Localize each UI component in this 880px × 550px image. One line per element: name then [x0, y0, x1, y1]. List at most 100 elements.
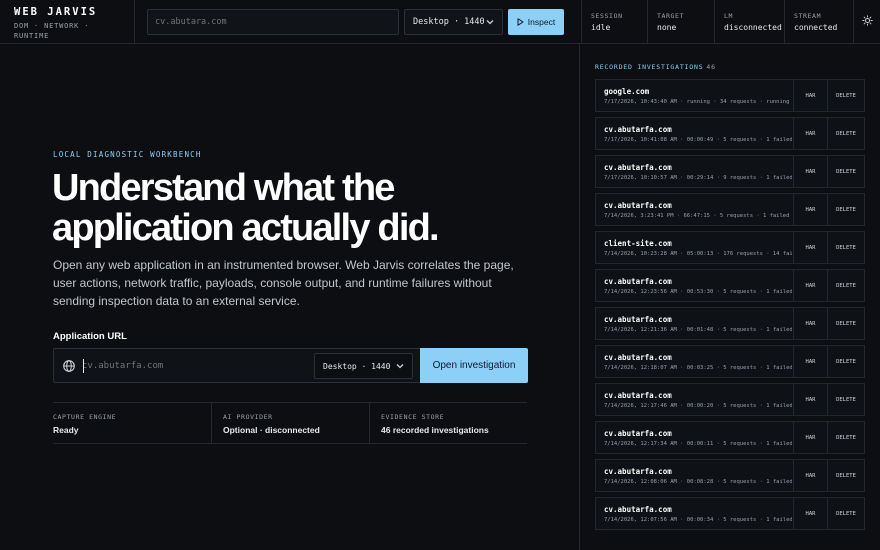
investigation-open[interactable]: cv.abutarfa.com 7/17/2026, 10:41:08 AM ·…	[596, 118, 792, 149]
eyebrow: LOCAL DIAGNOSTIC WORKBENCH	[53, 150, 202, 159]
status-target: TARGET none	[647, 0, 714, 44]
delete-button[interactable]: DELETE	[827, 118, 864, 149]
delete-button[interactable]: DELETE	[827, 194, 864, 225]
status-lm-value: disconnected	[724, 23, 782, 32]
toolbar-viewport-select[interactable]: Desktop · 1440	[404, 9, 503, 35]
investigation-open[interactable]: cv.abutarfa.com 7/14/2026, 12:08:06 AM ·…	[596, 460, 792, 491]
har-button[interactable]: HAR	[793, 270, 827, 301]
viewport-select[interactable]: Desktop · 1440	[314, 353, 413, 379]
page-description: Open any web application in an instrumen…	[53, 258, 514, 308]
status-target-label: TARGET	[657, 12, 685, 20]
chevron-down-icon	[396, 362, 404, 371]
top-bar: WEB JARVIS DOM · NETWORK · RUNTIME Deskt…	[0, 0, 880, 44]
har-button[interactable]: HAR	[793, 346, 827, 377]
investigation-open[interactable]: cv.abutarfa.com 7/14/2026, 12:21:36 AM ·…	[596, 308, 792, 339]
delete-button[interactable]: DELETE	[827, 270, 864, 301]
delete-button[interactable]: DELETE	[827, 460, 864, 491]
investigation-item: cv.abutarfa.com 7/14/2026, 12:21:36 AM ·…	[595, 307, 865, 340]
investigation-item: cv.abutarfa.com 7/17/2026, 10:41:08 AM ·…	[595, 117, 865, 150]
investigation-host: client-site.com	[604, 239, 672, 248]
investigation-open[interactable]: client-site.com 7/14/2026, 10:23:28 AM ·…	[596, 232, 792, 263]
investigation-meta: 7/14/2026, 12:21:36 AM · 00:01:48 · 5 re…	[604, 327, 792, 333]
delete-button[interactable]: DELETE	[827, 232, 864, 263]
har-button[interactable]: HAR	[793, 460, 827, 491]
investigation-meta: 7/14/2026, 12:23:56 AM · 00:53:30 · 5 re…	[604, 289, 792, 295]
delete-button[interactable]: DELETE	[827, 422, 864, 453]
investigation-host: cv.abutarfa.com	[604, 125, 672, 134]
status-lm: LM disconnected	[714, 0, 784, 44]
har-button[interactable]: HAR	[793, 384, 827, 415]
fact-value: Optional · disconnected	[223, 425, 320, 435]
har-button[interactable]: HAR	[793, 118, 827, 149]
delete-button[interactable]: DELETE	[827, 346, 864, 377]
investigation-item: cv.abutarfa.com 7/14/2026, 12:23:56 AM ·…	[595, 269, 865, 302]
investigation-open[interactable]: cv.abutarfa.com 7/14/2026, 12:17:46 AM ·…	[596, 384, 792, 415]
brand-title: WEB JARVIS	[14, 6, 98, 18]
fact-ai-provider: AI PROVIDER Optional · disconnected	[211, 403, 369, 443]
delete-button[interactable]: DELETE	[827, 156, 864, 187]
investigation-item: cv.abutarfa.com 7/14/2026, 12:17:46 AM ·…	[595, 383, 865, 416]
investigation-count: 46	[706, 63, 716, 71]
fact-label: CAPTURE ENGINE	[53, 413, 117, 421]
viewport-select-value: Desktop · 1440	[323, 361, 391, 371]
investigation-meta: 7/14/2026, 10:23:28 AM · 05:00:13 · 176 …	[604, 251, 792, 257]
har-button[interactable]: HAR	[793, 498, 827, 529]
status-session: SESSION idle	[581, 0, 647, 44]
har-button[interactable]: HAR	[793, 422, 827, 453]
toolbar-url-input[interactable]	[147, 9, 399, 35]
investigation-item: cv.abutarfa.com 7/14/2026, 12:07:56 AM ·…	[595, 497, 865, 530]
fact-label: AI PROVIDER	[223, 413, 273, 421]
theme-toggle-button[interactable]	[853, 0, 880, 44]
investigation-open[interactable]: cv.abutarfa.com 7/14/2026, 12:17:34 AM ·…	[596, 422, 792, 453]
sidebar-header: RECORDED INVESTIGATIONS 46	[595, 63, 716, 71]
inspect-button[interactable]: Inspect	[508, 9, 564, 35]
investigation-open[interactable]: google.com 7/17/2026, 10:43:40 AM · runn…	[596, 80, 792, 111]
application-url-input[interactable]	[82, 355, 307, 377]
investigation-meta: 7/14/2026, 12:17:46 AM · 00:00:20 · 5 re…	[604, 403, 792, 409]
investigation-open[interactable]: cv.abutarfa.com 7/17/2026, 10:10:57 AM ·…	[596, 156, 792, 187]
investigation-host: cv.abutarfa.com	[604, 505, 672, 514]
investigation-open[interactable]: cv.abutarfa.com 7/14/2026, 12:23:56 AM ·…	[596, 270, 792, 301]
delete-button[interactable]: DELETE	[827, 80, 864, 111]
brand-subtitle: DOM · NETWORK · RUNTIME	[14, 22, 90, 40]
investigation-open[interactable]: cv.abutarfa.com 7/14/2026, 12:07:56 AM ·…	[596, 498, 792, 529]
investigations-sidebar: RECORDED INVESTIGATIONS 46 google.com 7/1…	[579, 44, 880, 550]
har-button[interactable]: HAR	[793, 80, 827, 111]
brand: WEB JARVIS DOM · NETWORK · RUNTIME	[0, 0, 135, 44]
sun-icon	[861, 13, 873, 31]
investigation-item: cv.abutarfa.com 7/14/2026, 12:18:07 AM ·…	[595, 345, 865, 378]
investigation-host: cv.abutarfa.com	[604, 467, 672, 476]
toolbar-viewport-value: Desktop · 1440	[413, 17, 485, 27]
investigation-item: cv.abutarfa.com 7/14/2026, 12:08:06 AM ·…	[595, 459, 865, 492]
investigation-host: cv.abutarfa.com	[604, 391, 672, 400]
investigation-meta: 7/14/2026, 12:17:34 AM · 00:00:11 · 5 re…	[604, 441, 792, 447]
investigation-host: cv.abutarfa.com	[604, 353, 672, 362]
status-session-value: idle	[591, 23, 611, 32]
har-button[interactable]: HAR	[793, 194, 827, 225]
url-form: Desktop · 1440 Open investigation	[53, 348, 528, 383]
status-stream: STREAM connected	[784, 0, 853, 44]
investigation-meta: 7/17/2026, 10:43:40 AM · running · 34 re…	[604, 99, 790, 105]
investigation-host: google.com	[604, 87, 650, 96]
status-facts: CAPTURE ENGINE Ready AI PROVIDER Optiona…	[53, 402, 527, 444]
sidebar-title: RECORDED INVESTIGATIONS	[595, 63, 704, 71]
delete-button[interactable]: DELETE	[827, 308, 864, 339]
status-session-label: SESSION	[591, 12, 623, 20]
fact-value: 46 recorded investigations	[381, 425, 489, 435]
investigation-open[interactable]: cv.abutarfa.com 7/14/2026, 12:18:07 AM ·…	[596, 346, 792, 377]
investigation-meta: 7/14/2026, 12:08:06 AM · 00:08:28 · 5 re…	[604, 479, 792, 485]
delete-button[interactable]: DELETE	[827, 498, 864, 529]
investigation-host: cv.abutarfa.com	[604, 163, 672, 172]
har-button[interactable]: HAR	[793, 156, 827, 187]
fact-label: EVIDENCE STORE	[381, 413, 445, 421]
play-icon	[517, 18, 524, 26]
har-button[interactable]: HAR	[793, 308, 827, 339]
investigation-meta: 7/17/2026, 10:41:08 AM · 00:00:49 · 5 re…	[604, 137, 792, 143]
investigation-open[interactable]: cv.abutarfa.com 7/14/2026, 3:23:41 PM · …	[596, 194, 792, 225]
har-button[interactable]: HAR	[793, 232, 827, 263]
status-target-value: none	[657, 23, 677, 32]
status-stream-label: STREAM	[794, 12, 822, 20]
status-stream-value: connected	[794, 23, 838, 32]
delete-button[interactable]: DELETE	[827, 384, 864, 415]
open-investigation-button[interactable]: Open investigation	[420, 348, 528, 383]
